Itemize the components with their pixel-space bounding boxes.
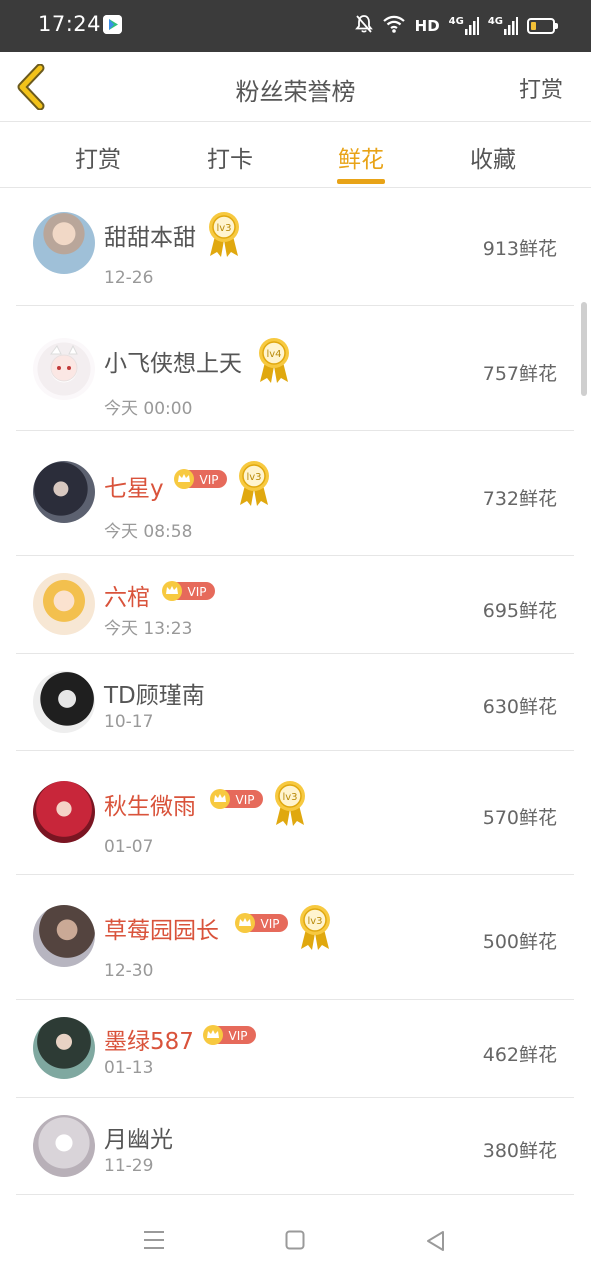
fan-name: 月幽光 <box>104 1127 173 1153</box>
avatar <box>33 338 95 400</box>
fan-date: 01-13 <box>104 1058 154 1078</box>
signal-icon-1: 4G <box>449 17 479 35</box>
level-medal-icon: lv3 <box>209 212 239 257</box>
fan-date: 今天 00:00 <box>104 399 193 419</box>
page-title: 粉丝荣誉榜 <box>235 78 356 106</box>
system-nav-bar <box>0 1200 591 1280</box>
fan-name: 墨绿587 <box>104 1029 194 1055</box>
fan-name: TD顾瑾南 <box>104 683 205 709</box>
fan-date: 01-07 <box>104 837 154 857</box>
fan-date: 12-26 <box>104 268 154 288</box>
avatar <box>33 1017 95 1079</box>
level-medal-icon: lv3 <box>275 781 305 826</box>
app-notification-icon <box>103 15 122 34</box>
level-medal-icon: lv4 <box>259 338 289 383</box>
vip-badge: VIP <box>210 789 263 809</box>
avatar <box>33 212 95 274</box>
tab-bar: 打赏 打卡 鲜花 收藏 <box>0 122 591 188</box>
flower-count: 732鲜花 <box>482 488 557 510</box>
active-tab-indicator <box>337 179 385 184</box>
back-triangle-icon[interactable] <box>425 1230 445 1252</box>
list-item[interactable]: 六棺 VIP 今天 13:23 695鲜花 <box>16 556 574 654</box>
level-medal-icon: lv3 <box>300 905 330 950</box>
hd-label: HD <box>414 17 440 35</box>
svg-text:VIP: VIP <box>200 473 219 487</box>
flower-count: 570鲜花 <box>482 807 557 829</box>
flower-count: 695鲜花 <box>482 600 557 622</box>
mute-bell-icon <box>354 14 373 38</box>
tab-checkin[interactable]: 打卡 <box>180 140 280 174</box>
list-item[interactable]: 草莓园园长 VIP lv3 12-30 500鲜花 <box>16 875 574 1000</box>
avatar <box>33 461 95 523</box>
svg-text:lv3: lv3 <box>246 472 261 483</box>
vip-badge: VIP <box>203 1025 256 1045</box>
fan-name: 秋生微雨 <box>104 794 196 820</box>
status-time: 17:24 <box>38 12 102 36</box>
tab-flowers[interactable]: 鲜花 <box>311 140 411 174</box>
list-item[interactable]: 甜甜本甜 lv3 12-26 913鲜花 <box>16 188 574 306</box>
fan-date: 10-17 <box>104 712 154 732</box>
app-header: 粉丝荣誉榜 打赏 <box>0 52 591 122</box>
flower-count: 757鲜花 <box>482 363 557 385</box>
menu-icon[interactable] <box>143 1230 165 1250</box>
avatar <box>33 671 95 733</box>
vip-badge: VIP <box>162 581 215 601</box>
svg-text:VIP: VIP <box>188 585 207 599</box>
flower-count: 500鲜花 <box>482 931 557 953</box>
svg-text:VIP: VIP <box>261 917 280 931</box>
svg-text:VIP: VIP <box>229 1029 248 1043</box>
flower-count: 380鲜花 <box>482 1140 557 1162</box>
flower-count: 913鲜花 <box>482 238 557 260</box>
svg-text:lv3: lv3 <box>216 223 231 234</box>
fan-date: 今天 08:58 <box>104 522 193 542</box>
list-item[interactable]: 小飞侠想上天 lv4 今天 00:00 757鲜花 <box>16 306 574 431</box>
svg-text:lv3: lv3 <box>307 916 322 927</box>
list-item[interactable]: TD顾瑾南 10-17 630鲜花 <box>16 654 574 751</box>
fan-name: 小飞侠想上天 <box>104 351 242 377</box>
svg-text:lv3: lv3 <box>282 792 297 803</box>
fan-name: 草莓园园长 <box>104 918 219 944</box>
list-item[interactable]: 秋生微雨 VIP lv3 01-07 570鲜花 <box>16 751 574 875</box>
list-item[interactable]: 墨绿587 VIP 01-13 462鲜花 <box>16 1000 574 1098</box>
avatar <box>33 905 95 967</box>
fan-date: 12-30 <box>104 961 154 981</box>
scrollbar[interactable] <box>581 302 587 396</box>
fan-name: 七星y <box>104 476 164 502</box>
tab-favorites[interactable]: 收藏 <box>443 140 543 174</box>
reward-button[interactable]: 打赏 <box>519 72 563 104</box>
signal-icon-2: 4G <box>488 17 518 35</box>
vip-badge: VIP <box>174 469 227 489</box>
fan-name: 六棺 <box>104 585 150 611</box>
avatar <box>33 1115 95 1177</box>
battery-icon <box>527 18 558 34</box>
status-bar: 17:24 HD 4G 4G <box>0 0 591 52</box>
vip-badge: VIP <box>235 913 288 933</box>
tab-reward[interactable]: 打赏 <box>48 140 148 174</box>
svg-text:VIP: VIP <box>236 793 255 807</box>
wifi-icon <box>382 15 406 37</box>
svg-text:lv4: lv4 <box>266 349 281 360</box>
list-item[interactable]: 七星y VIP lv3 今天 08:58 732鲜花 <box>16 431 574 556</box>
avatar <box>33 781 95 843</box>
avatar <box>33 573 95 635</box>
fan-name: 甜甜本甜 <box>104 225 196 251</box>
fan-date: 今天 13:23 <box>104 619 193 639</box>
fan-date: 11-29 <box>104 1156 154 1176</box>
level-medal-icon: lv3 <box>239 461 269 506</box>
home-icon[interactable] <box>285 1230 305 1250</box>
list-item[interactable]: 月幽光 11-29 380鲜花 <box>16 1098 574 1195</box>
flower-count: 630鲜花 <box>482 696 557 718</box>
flower-count: 462鲜花 <box>482 1044 557 1066</box>
